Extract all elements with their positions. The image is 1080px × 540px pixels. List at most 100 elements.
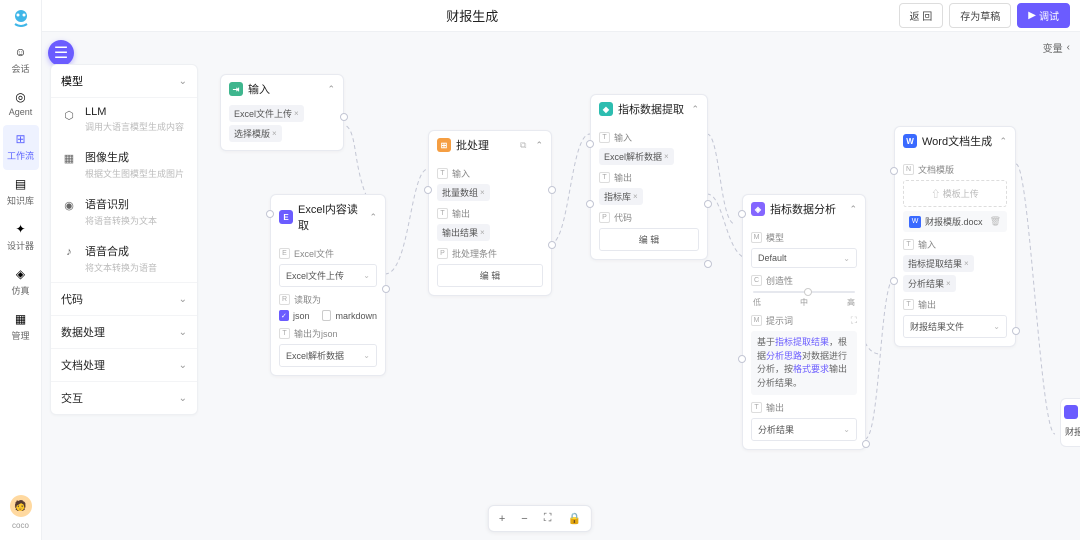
rail-item-simulation[interactable]: ◈仿真 [3,260,39,305]
lock-button[interactable]: 🔒 [563,510,585,527]
sidebar-section-doc[interactable]: 文档处理⌄ [51,348,197,381]
rail-item-agent[interactable]: ◎Agent [3,83,39,125]
node-input[interactable]: ⇥输入⌃ Excel文件上传× 选择模版× [220,74,344,151]
tag-label: 选择模版 [234,127,270,140]
rail-item-knowledge[interactable]: ▤知识库 [3,170,39,215]
expand-icon[interactable]: ⛶ [851,315,857,326]
rail-item-management[interactable]: ▦管理 [3,305,39,350]
input-tag[interactable]: Excel文件上传× [229,105,304,122]
slider-low: 低 [753,297,761,308]
node-excel-read[interactable]: EExcel内容读取⌃ EExcel文件 Excel文件上传⌄ R读取为 ✓js… [270,194,386,376]
creativity-slider[interactable] [753,291,855,293]
sidebar-section-data[interactable]: 数据处理⌄ [51,315,197,348]
input-tag[interactable]: 指标提取结果× [903,255,974,272]
back-button[interactable]: 返 回 [899,3,944,28]
input-tag[interactable]: 批量数组× [437,184,490,201]
input-port[interactable] [424,186,432,194]
output-tag[interactable]: 指标库× [599,188,643,205]
markdown-checkbox[interactable] [322,310,332,321]
close-icon[interactable]: × [480,188,485,197]
workflow-canvas[interactable]: ⇥输入⌃ Excel文件上传× 选择模版× EExcel内容读取⌃ EExcel… [210,34,1080,540]
input-port[interactable] [738,355,746,363]
zoom-in-button[interactable]: + [495,511,509,527]
output-port[interactable] [382,285,390,293]
zoom-out-button[interactable]: − [517,511,531,527]
tag-label: 输出结果 [442,226,478,239]
node-partial[interactable]: 财报 [1060,398,1080,447]
node-extract[interactable]: ◆指标数据提取⌃ T输入 Excel解析数据× T输出 指标库× P代码 编 辑 [590,94,708,260]
word-file-icon: W [909,216,921,228]
model-select[interactable]: Default⌄ [751,248,857,268]
sidebar-section-code[interactable]: 代码⌄ [51,282,197,315]
node-batch[interactable]: ⊞批处理⧉⌃ T输入 批量数组× T输出 输出结果× P批处理条件 编 辑 [428,130,552,296]
slider-thumb[interactable] [804,288,812,296]
input-port[interactable] [266,210,274,218]
collapse-icon[interactable]: ⌃ [999,136,1007,147]
save-draft-button[interactable]: 存为草稿 [949,3,1011,28]
rail-label: 知识库 [7,194,34,207]
output-port[interactable] [1012,327,1020,335]
close-icon[interactable]: × [964,259,969,268]
tag-label: 批量数组 [442,186,478,199]
tool-image-gen[interactable]: ▦ 图像生成根据文生图模型生成图片 [51,141,197,188]
input-port[interactable] [586,200,594,208]
output-tag[interactable]: 输出结果× [437,224,490,241]
input-port[interactable] [738,210,746,218]
input-port[interactable] [586,140,594,148]
output-port[interactable] [548,241,556,249]
select-value: 分析结果 [758,423,794,436]
fullscreen-button[interactable]: ⛶ [540,510,556,527]
input-tag[interactable]: Excel解析数据× [599,148,674,165]
copy-icon[interactable]: ⧉ [520,140,526,151]
field-label: 输出 [918,298,936,311]
debug-button[interactable]: ▶调试 [1017,3,1070,28]
tool-name: 语音合成 [85,243,187,259]
delete-icon[interactable]: 🗑 [990,216,1001,227]
close-icon[interactable]: × [480,228,485,237]
close-icon[interactable]: × [272,129,277,138]
output-select[interactable]: 分析结果⌄ [751,418,857,441]
input-port[interactable] [890,277,898,285]
output-select[interactable]: Excel解析数据⌄ [279,344,377,367]
collapse-icon[interactable]: ⌃ [327,84,335,95]
close-icon[interactable]: × [664,152,669,161]
output-port[interactable] [704,260,712,268]
node-title: 输入 [248,81,322,97]
prompt-textarea[interactable]: 基于指标提取结果，根据分析思路对数据进行分析，按格式要求输出分析结果。 [751,331,857,395]
input-tag[interactable]: 选择模版× [229,125,282,142]
section-label: 文档处理 [61,357,105,373]
output-port[interactable] [862,440,870,448]
close-icon[interactable]: × [946,279,951,288]
node-analysis[interactable]: ◈指标数据分析⌃ M模型 Default⌄ C创造性 低中高 M提示词⛶ 基于指… [742,194,866,450]
collapse-icon[interactable]: ⌃ [691,104,699,115]
sidebar-section-interact[interactable]: 交互⌄ [51,381,197,414]
collapse-icon[interactable]: ⌃ [369,212,377,223]
collapse-icon[interactable]: ⌃ [535,140,543,151]
user-avatar[interactable]: 🧑 [10,495,32,517]
upload-area[interactable]: ⇧ 模板上传 [903,180,1007,207]
file-select[interactable]: Excel文件上传⌄ [279,264,377,287]
close-icon[interactable]: × [633,192,638,201]
collapse-icon[interactable]: ⌃ [849,204,857,215]
edit-button[interactable]: 编 辑 [437,264,543,287]
tool-asr[interactable]: ◉ 语音识别将语音转换为文本 [51,188,197,235]
json-checkbox[interactable]: ✓ [279,310,289,321]
output-select[interactable]: 财报结果文件⌄ [903,315,1007,338]
output-port[interactable] [340,113,348,121]
node-word[interactable]: WWord文档生成⌃ N文档模版 ⇧ 模板上传 W 财报模版.docx 🗑 T输… [894,126,1016,347]
output-port[interactable] [548,186,556,194]
input-port[interactable] [890,167,898,175]
rail-item-chat[interactable]: ☺会话 [3,38,39,83]
rail-item-designer[interactable]: ✦设计器 [3,215,39,260]
rail-item-workflow[interactable]: ⊞工作流 [3,125,39,170]
input-tag[interactable]: 分析结果× [903,275,956,292]
edit-button[interactable]: 编 辑 [599,228,699,251]
output-port[interactable] [704,200,712,208]
workflow-icon: ⊞ [13,131,29,147]
toggle-panel-button[interactable]: ☰ [48,40,74,66]
tool-tts[interactable]: ♪ 语音合成将文本转换为语音 [51,235,197,282]
sidebar-section-model[interactable]: 模型 ⌄ [51,65,197,98]
tool-llm[interactable]: ⬡ LLM调用大语言模型生成内容 [51,98,197,141]
rail-label: 仿真 [11,284,29,297]
close-icon[interactable]: × [294,109,299,118]
